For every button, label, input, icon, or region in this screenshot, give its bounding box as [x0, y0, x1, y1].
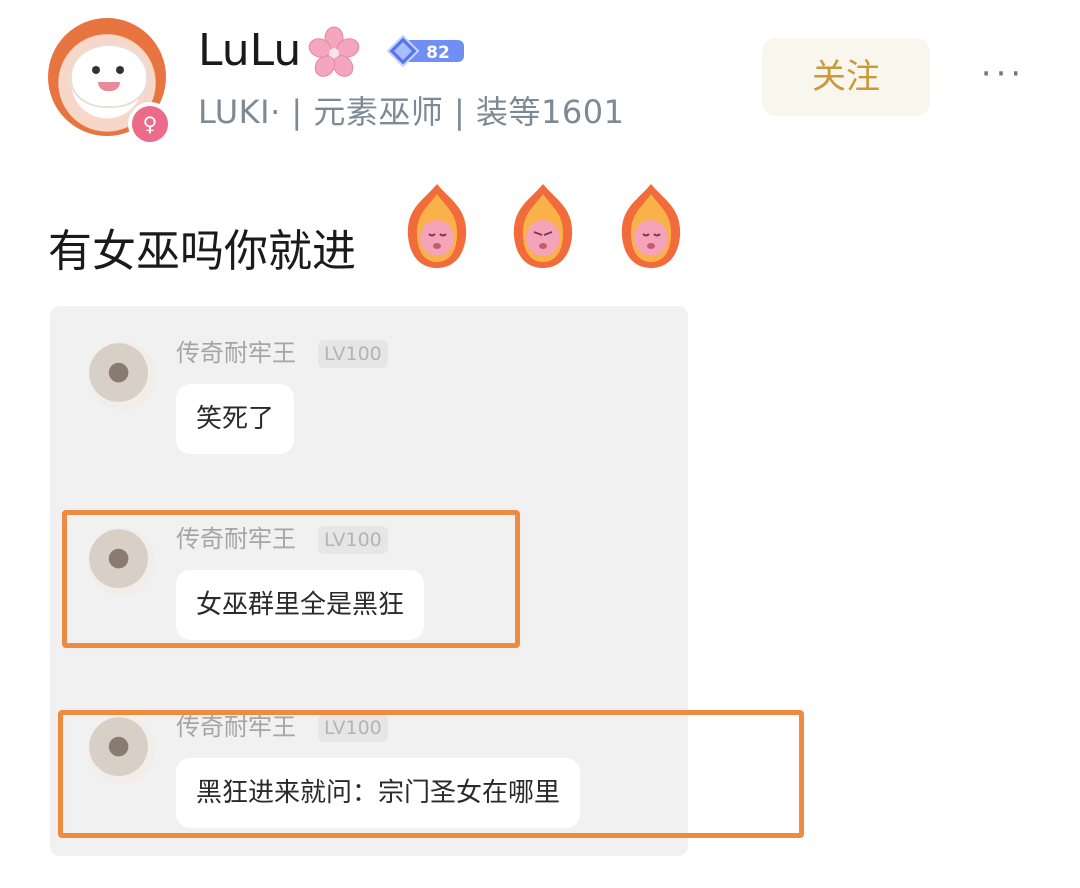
more-options-button[interactable]: ···: [976, 54, 1030, 94]
chat-level-tag: LV100: [318, 340, 388, 368]
post-text: 有女巫吗你就进: [48, 226, 356, 277]
female-symbol-icon: ♀: [128, 102, 172, 146]
username[interactable]: LuLu: [198, 24, 301, 78]
level-badge-icon: 82: [386, 34, 464, 68]
fire-bunny-sticker: [407, 184, 467, 268]
user-subtitle: LUKI· | 元素巫师 | 装等1601: [198, 93, 625, 131]
avatar-eye: [92, 66, 100, 74]
avatar-face: [70, 44, 148, 108]
chat-sender-name: 传奇耐牢王: [176, 339, 296, 367]
follow-button[interactable]: 关注: [762, 38, 930, 116]
highlight-box: [58, 710, 804, 838]
fire-bunny-sticker: [513, 184, 573, 268]
fire-bunny-sticker: [621, 184, 681, 268]
highlight-box: [62, 510, 520, 648]
level-badge-text: 82: [426, 43, 450, 63]
avatar-mouth: [98, 82, 120, 91]
chat-bubble: 笑死了: [176, 384, 295, 454]
chat-avatar: [88, 342, 156, 410]
cherry-blossom-icon: [308, 26, 360, 77]
avatar-eye: [116, 66, 124, 74]
